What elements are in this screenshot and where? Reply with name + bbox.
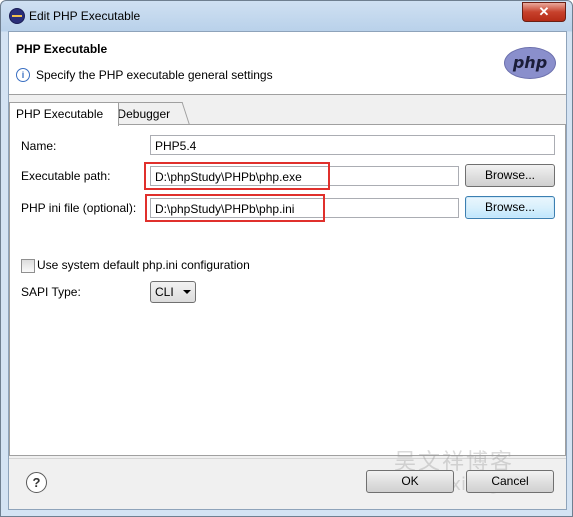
php-logo-text: php <box>512 53 548 72</box>
sapi-type-select[interactable]: CLI <box>150 281 196 303</box>
header-description: Specify the PHP executable general setti… <box>36 68 273 82</box>
dialog-client-area: PHP Executable i Specify the PHP executa… <box>8 31 567 510</box>
use-default-ini-label: Use system default php.ini configuration <box>37 258 250 272</box>
tab-debugger-label: Debugger <box>117 107 171 121</box>
name-label: Name: <box>21 139 57 153</box>
eclipse-app-icon <box>9 8 25 24</box>
browse-ini-button[interactable]: Browse... <box>465 196 555 219</box>
php-logo: php <box>504 47 556 79</box>
ini-file-label: PHP ini file (optional): <box>21 201 137 215</box>
cancel-button[interactable]: Cancel <box>466 470 554 493</box>
tab-debugger[interactable]: Debugger <box>107 102 190 125</box>
window-title: Edit PHP Executable <box>29 9 141 23</box>
help-icon[interactable]: ? <box>26 472 47 493</box>
tab-php-executable[interactable]: PHP Executable <box>9 102 119 126</box>
info-icon: i <box>16 68 30 82</box>
settings-panel: Name: PHP5.4 Executable path: D:\phpStud… <box>9 124 566 456</box>
executable-path-input[interactable]: D:\phpStudy\PHPb\php.exe <box>150 166 459 186</box>
dialog-header: PHP Executable i Specify the PHP executa… <box>9 32 566 95</box>
use-default-ini-checkbox[interactable] <box>21 259 35 273</box>
sapi-type-value: CLI <box>155 285 174 299</box>
dialog-window: Edit PHP Executable ✕ PHP Executable i S… <box>0 0 573 517</box>
executable-path-label: Executable path: <box>21 169 111 183</box>
ini-file-input[interactable]: D:\phpStudy\PHPb\php.ini <box>150 198 459 218</box>
ok-button[interactable]: OK <box>366 470 454 493</box>
header-title: PHP Executable <box>16 42 108 56</box>
name-input[interactable]: PHP5.4 <box>150 135 555 155</box>
title-bar[interactable]: Edit PHP Executable ✕ <box>1 1 572 31</box>
chevron-down-icon <box>183 290 191 294</box>
sapi-type-label: SAPI Type: <box>21 285 81 299</box>
browse-executable-button[interactable]: Browse... <box>465 164 555 187</box>
close-button[interactable]: ✕ <box>522 2 566 22</box>
